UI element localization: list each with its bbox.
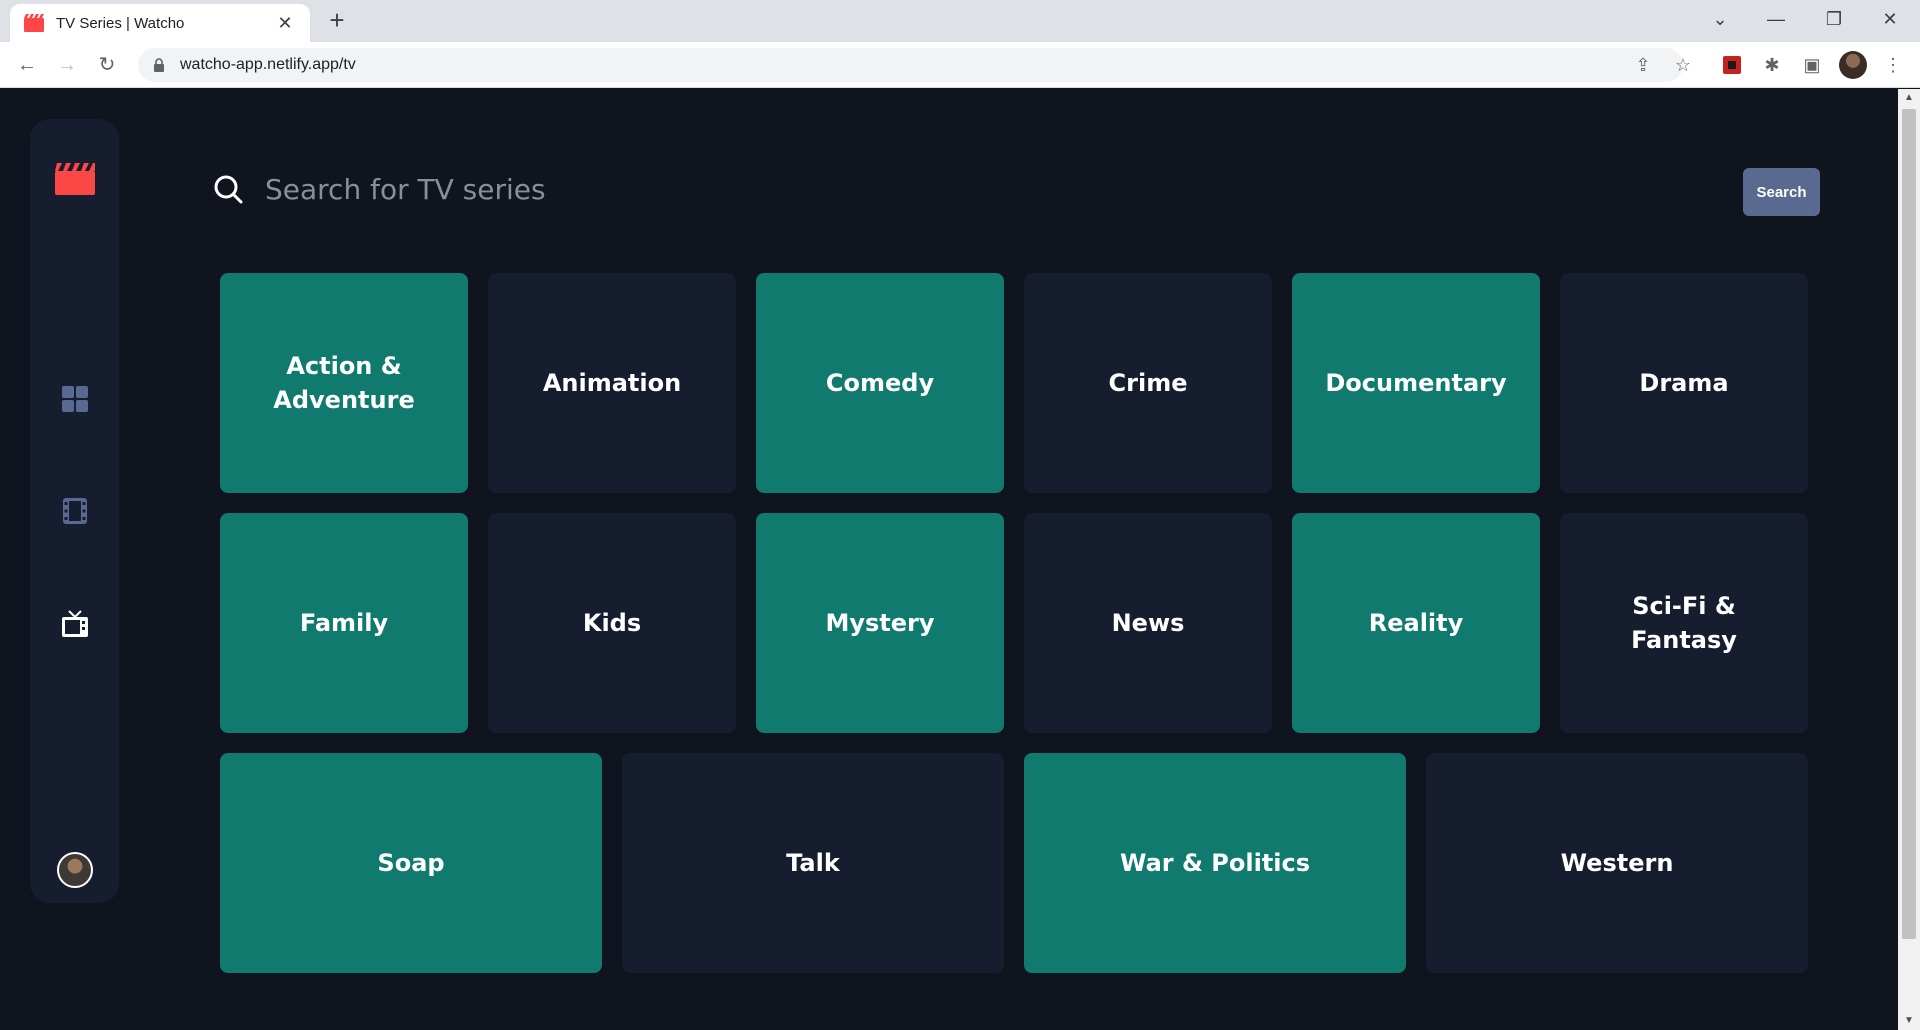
grid-icon[interactable]	[59, 383, 91, 415]
tab-title: TV Series | Watcho	[56, 14, 185, 32]
genre-tile-action-adventure[interactable]: Action & Adventure	[220, 273, 468, 493]
genre-tile-reality[interactable]: Reality	[1292, 513, 1540, 733]
film-strip-icon[interactable]	[59, 495, 91, 527]
genre-tile-documentary[interactable]: Documentary	[1292, 273, 1540, 493]
scroll-thumb[interactable]	[1902, 109, 1916, 939]
extension-icon[interactable]	[1719, 52, 1745, 78]
bookmark-star-icon[interactable]: ☆	[1670, 52, 1696, 78]
sidebar	[30, 119, 119, 903]
search-input[interactable]	[265, 164, 1665, 214]
genre-tile-crime[interactable]: Crime	[1024, 273, 1272, 493]
close-window-icon[interactable]: ✕	[1862, 0, 1918, 40]
scroll-down-arrow-icon[interactable]: ▼	[1898, 1012, 1920, 1030]
genre-tile-talk[interactable]: Talk	[622, 753, 1004, 973]
tab-search-chevron-icon[interactable]: ⌄	[1692, 0, 1748, 40]
browser-tab-bar: TV Series | Watcho ✕ + ⌄ — ❐ ✕	[0, 0, 1920, 42]
genre-row-1: Action & Adventure Animation Comedy Crim…	[220, 273, 1808, 493]
genre-tile-war-politics[interactable]: War & Politics	[1024, 753, 1406, 973]
browser-tab[interactable]: TV Series | Watcho ✕	[10, 4, 310, 42]
side-panel-icon[interactable]: ▣	[1799, 52, 1825, 78]
search-icon	[214, 175, 243, 204]
kebab-menu-icon[interactable]: ⋮	[1880, 52, 1906, 78]
browser-profile-avatar[interactable]	[1839, 51, 1867, 79]
minimize-icon[interactable]: —	[1748, 0, 1804, 40]
app-page: Search Action & Adventure Animation Come…	[0, 89, 1898, 1030]
genre-tile-family[interactable]: Family	[220, 513, 468, 733]
browser-toolbar: ← → ↻ watcho-app.netlify.app/tv ⇪ ☆ ✱ ▣ …	[0, 42, 1920, 88]
puzzle-extensions-icon[interactable]: ✱	[1759, 52, 1785, 78]
genre-row-2: Family Kids Mystery News Reality Sci-Fi …	[220, 513, 1808, 733]
tv-icon[interactable]	[59, 608, 91, 640]
back-icon[interactable]: ←	[12, 50, 42, 80]
tab-close-icon[interactable]: ✕	[274, 13, 296, 34]
new-tab-button[interactable]: +	[322, 6, 352, 36]
genre-tile-comedy[interactable]: Comedy	[756, 273, 1004, 493]
address-bar[interactable]: watcho-app.netlify.app/tv	[138, 48, 1683, 82]
genre-tile-mystery[interactable]: Mystery	[756, 513, 1004, 733]
reload-icon[interactable]: ↻	[92, 50, 122, 80]
genre-row-3: Soap Talk War & Politics Western	[220, 753, 1808, 973]
page-scrollbar[interactable]: ▲ ▼	[1898, 89, 1920, 1030]
forward-icon[interactable]: →	[52, 50, 82, 80]
restore-icon[interactable]: ❐	[1806, 0, 1862, 40]
genre-tile-western[interactable]: Western	[1426, 753, 1808, 973]
share-icon[interactable]: ⇪	[1630, 52, 1656, 78]
scroll-up-arrow-icon[interactable]: ▲	[1898, 89, 1920, 107]
clapperboard-favicon-icon	[24, 14, 44, 32]
genre-tile-drama[interactable]: Drama	[1560, 273, 1808, 493]
search-bar: Search	[213, 164, 1820, 216]
clapperboard-logo-icon[interactable]	[55, 163, 95, 195]
search-button[interactable]: Search	[1743, 168, 1820, 216]
genre-tile-animation[interactable]: Animation	[488, 273, 736, 493]
genre-tile-sci-fi-fantasy[interactable]: Sci-Fi & Fantasy	[1560, 513, 1808, 733]
genre-tile-soap[interactable]: Soap	[220, 753, 602, 973]
genre-tile-kids[interactable]: Kids	[488, 513, 736, 733]
lock-icon	[154, 58, 164, 72]
genre-tile-news[interactable]: News	[1024, 513, 1272, 733]
user-avatar[interactable]	[57, 852, 93, 888]
url-text: watcho-app.netlify.app/tv	[180, 56, 356, 73]
